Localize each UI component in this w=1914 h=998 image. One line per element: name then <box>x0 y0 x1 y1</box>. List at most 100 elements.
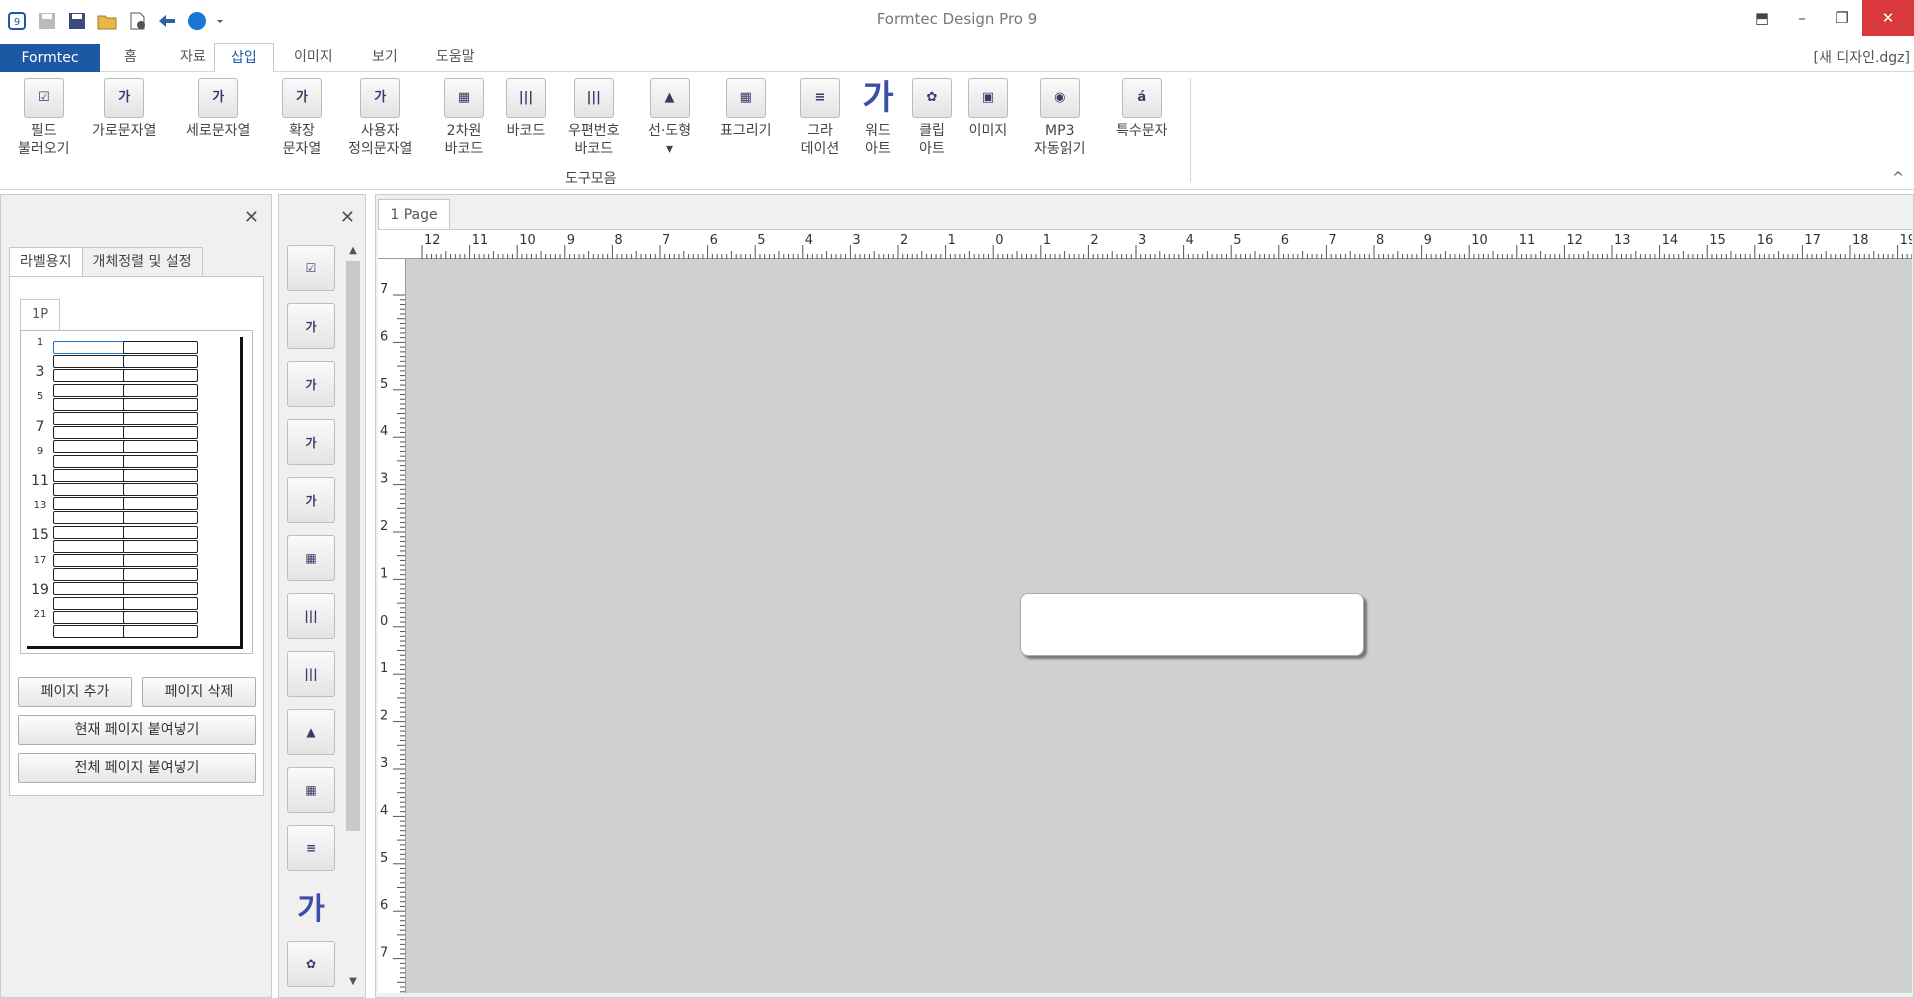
label-cell[interactable] <box>123 468 198 482</box>
label-cell[interactable] <box>123 497 198 511</box>
label-cell[interactable] <box>123 596 198 610</box>
label-cell[interactable] <box>53 582 128 596</box>
shapes-button[interactable]: ▲ 선·도형 ▾ <box>648 78 691 158</box>
field-load-button[interactable]: ☑ 필드 불러오기 <box>18 78 70 158</box>
label-cell[interactable] <box>53 554 128 567</box>
collapse-ribbon-button[interactable]: ^ <box>1892 170 1904 186</box>
horizontal-text-tool-button[interactable]: 가 <box>287 303 335 349</box>
vertical-text-button[interactable]: 가 세로문자열 <box>186 78 250 140</box>
page-tab[interactable]: 1 Page <box>378 199 450 229</box>
label-cell[interactable] <box>123 454 198 468</box>
barcode-tool-button[interactable]: ||| <box>287 593 335 639</box>
label-cell[interactable] <box>123 426 198 440</box>
clipart-tool-button[interactable]: ✿ <box>287 941 335 987</box>
vertical-text-tool-button[interactable]: 가 <box>287 361 335 407</box>
label-cell[interactable] <box>53 468 128 482</box>
add-page-button[interactable]: 페이지 추가 <box>18 677 132 707</box>
label-cell[interactable] <box>123 511 198 525</box>
label-cell[interactable] <box>123 483 198 496</box>
mp3-disc-button[interactable]: ◉ MP3 자동읽기 <box>1034 78 1086 158</box>
extended-text-tool-button[interactable]: 가 <box>287 419 335 465</box>
label-cell[interactable] <box>123 412 198 425</box>
postal-barcode-button[interactable]: ||| 우편번호 바코드 <box>568 78 620 158</box>
label-cell[interactable] <box>53 525 128 539</box>
custom-text-tool-button[interactable]: 가 <box>287 477 335 523</box>
paste-all-pages-button[interactable]: 전체 페이지 붙여넣기 <box>18 753 256 783</box>
minimize-button[interactable]: – <box>1782 0 1822 36</box>
scroll-down-icon[interactable]: ▼ <box>345 976 361 987</box>
scroll-up-icon[interactable]: ▲ <box>345 245 361 256</box>
label-sheet-preview[interactable]: 1 3 5 7 9 11 13 15 17 19 21 <box>20 330 253 654</box>
label-cell[interactable] <box>53 568 128 582</box>
tab-view[interactable]: 보기 <box>356 43 414 72</box>
custom-text-button[interactable]: 가 사용자 정의문자열 <box>348 78 412 158</box>
restore-button[interactable]: ❐ <box>1822 0 1862 36</box>
image-button[interactable]: ▣ 이미지 <box>968 78 1008 140</box>
label-cell[interactable] <box>53 483 128 496</box>
label-cell[interactable] <box>123 383 198 397</box>
tab-home[interactable]: 홈 <box>108 43 153 72</box>
label-cell[interactable] <box>123 568 198 582</box>
wordart-tool-button[interactable]: 가 <box>287 883 335 929</box>
label-cell[interactable] <box>123 610 198 624</box>
shapes-tool-button[interactable]: ▲ <box>287 709 335 755</box>
label-cell[interactable] <box>53 412 128 425</box>
label-cell[interactable] <box>53 440 128 454</box>
delete-page-button[interactable]: 페이지 삭제 <box>142 677 256 707</box>
label-cell[interactable] <box>123 355 198 369</box>
label-cell[interactable] <box>53 355 128 369</box>
label-cell[interactable] <box>123 369 198 383</box>
label-cell[interactable] <box>123 525 198 539</box>
postal-barcode-tool-button[interactable]: ||| <box>287 651 335 697</box>
label-cell[interactable] <box>53 341 128 354</box>
label-cell[interactable] <box>123 397 198 411</box>
horizontal-text-button[interactable]: 가 가로문자열 <box>92 78 156 140</box>
label-cell[interactable] <box>123 554 198 567</box>
tab-image[interactable]: 이미지 <box>278 43 349 72</box>
label-design-area[interactable] <box>1020 593 1364 656</box>
label-cell[interactable] <box>53 383 128 397</box>
qr-code-tool-button[interactable]: ▦ <box>287 535 335 581</box>
gradation-button[interactable]: ≡ 그라 데이션 <box>800 78 840 158</box>
clipart-button[interactable]: ✿ 클립 아트 <box>912 78 952 158</box>
tab-formtec[interactable]: Formtec <box>0 44 100 72</box>
table-tool-button[interactable]: ▦ <box>287 767 335 813</box>
wordart-button[interactable]: 가 워드 아트 <box>858 78 898 158</box>
label-cell[interactable] <box>53 610 128 624</box>
label-cell[interactable] <box>123 440 198 454</box>
tool-panel-scrollbar[interactable]: ▲ ▼ <box>345 243 361 989</box>
close-icon[interactable]: ✕ <box>244 207 259 228</box>
page-tab-1p[interactable]: 1P <box>20 299 60 331</box>
qr-code-button[interactable]: ▦ 2차원 바코드 <box>444 78 484 158</box>
tab-object-alignment[interactable]: 개체정렬 및 설정 <box>81 247 203 277</box>
extended-text-button[interactable]: 가 확장 문자열 <box>282 78 322 158</box>
tab-insert[interactable]: 삽입 <box>214 43 274 73</box>
ruler-label: 7 <box>380 282 388 297</box>
label-cell[interactable] <box>123 625 198 638</box>
close-icon[interactable]: ✕ <box>340 207 355 228</box>
tab-label-paper[interactable]: 라벨용지 <box>9 247 83 277</box>
gradation-tool-button[interactable]: ≡ <box>287 825 335 871</box>
barcode-button[interactable]: ||| 바코드 <box>506 78 546 140</box>
label-cell[interactable] <box>123 341 198 354</box>
special-char-button[interactable]: á 특수문자 <box>1116 78 1168 140</box>
scroll-thumb[interactable] <box>346 261 360 831</box>
label-cell[interactable] <box>53 426 128 440</box>
label-cell[interactable] <box>53 539 128 553</box>
ribbon-display-button[interactable]: ⬒ <box>1742 0 1782 36</box>
table-button[interactable]: ▦ 표그리기 <box>720 78 772 140</box>
label-cell[interactable] <box>53 511 128 525</box>
paste-current-page-button[interactable]: 현재 페이지 붙여넣기 <box>18 715 256 745</box>
field-load-tool-button[interactable]: ☑ <box>287 245 335 291</box>
label-cell[interactable] <box>123 539 198 553</box>
label-cell[interactable] <box>53 625 128 638</box>
label-cell[interactable] <box>123 582 198 596</box>
label-cell[interactable] <box>53 397 128 411</box>
canvas-workspace[interactable] <box>406 259 1912 993</box>
label-cell[interactable] <box>53 454 128 468</box>
close-button[interactable]: ✕ <box>1862 0 1914 36</box>
label-cell[interactable] <box>53 497 128 511</box>
tab-help[interactable]: 도움말 <box>420 43 491 72</box>
label-cell[interactable] <box>53 369 128 383</box>
label-cell[interactable] <box>53 596 128 610</box>
